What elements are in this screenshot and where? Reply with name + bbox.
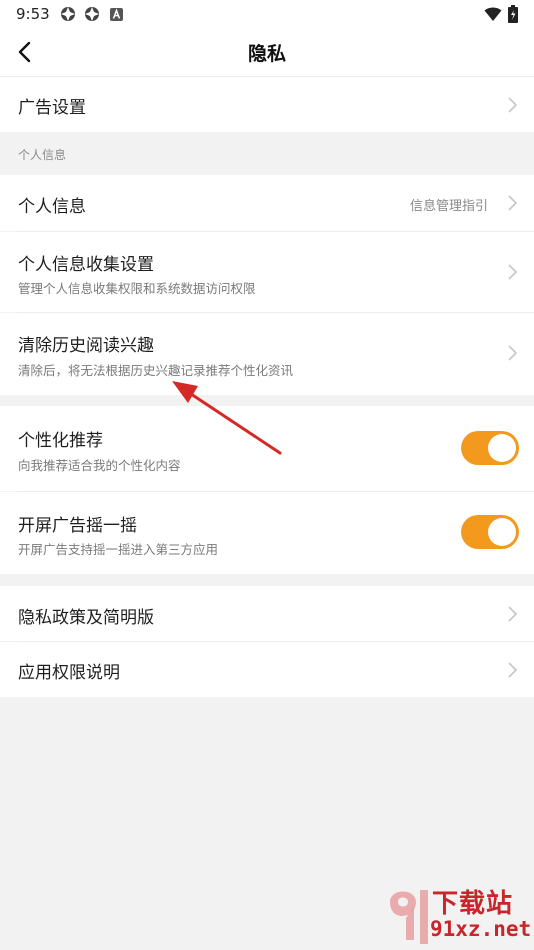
watermark-title: 下载站 (432, 889, 514, 919)
app-notification-icon (85, 7, 99, 21)
personalized-recommendation-label: 个性化推荐 (18, 431, 103, 451)
personalized-recommendation-row: 个性化推荐 向我推荐适合我的个性化内容 (0, 406, 534, 491)
privacy-policy-label: 隐私政策及简明版 (18, 608, 154, 628)
page-title: 隐私 (247, 43, 286, 65)
collection-settings-row[interactable]: 个人信息收集设置 管理个人信息收集权限和系统数据访问权限 (0, 232, 534, 312)
collection-settings-description: 管理个人信息收集权限和系统数据访问权限 (18, 281, 256, 296)
shake-ad-row: 开屏广告摇一摇 开屏广告支持摇一摇进入第三方应用 (0, 492, 534, 574)
ad-settings-label: 广告设置 (18, 98, 86, 118)
collection-settings-label: 个人信息收集设置 (18, 255, 154, 275)
personal-info-label: 个人信息 (18, 197, 86, 217)
clear-history-label: 清除历史阅读兴趣 (18, 336, 154, 356)
wifi-icon (484, 7, 502, 21)
battery-icon (508, 5, 518, 23)
personal-info-row[interactable]: 个人信息 信息管理指引 (0, 175, 534, 231)
section-label: 个人信息 (18, 148, 67, 162)
clear-history-description: 清除后，将无法根据历史兴趣记录推荐个性化资讯 (18, 363, 294, 378)
status-bar: 9:53 (0, 0, 534, 28)
info-guide-link[interactable]: 信息管理指引 (410, 195, 488, 214)
app-permissions-row[interactable]: 应用权限说明 (0, 642, 534, 697)
chevron-right-icon (508, 195, 518, 211)
personalized-recommendation-description: 向我推荐适合我的个性化内容 (18, 458, 181, 473)
chevron-right-icon (508, 662, 518, 678)
section-header: 个人信息 (0, 132, 534, 175)
chevron-right-icon (508, 606, 518, 622)
shake-ad-toggle[interactable] (461, 515, 519, 549)
privacy-policy-row[interactable]: 隐私政策及简明版 (0, 586, 534, 641)
clear-history-row[interactable]: 清除历史阅读兴趣 清除后，将无法根据历史兴趣记录推荐个性化资讯 (0, 313, 534, 395)
shake-ad-label: 开屏广告摇一摇 (18, 516, 137, 536)
chevron-right-icon (508, 264, 518, 280)
toggle-knob (488, 434, 516, 462)
personalized-recommendation-toggle[interactable] (461, 431, 519, 465)
chevron-right-icon (508, 345, 518, 361)
app-notification-icon (61, 7, 75, 21)
header-bar: 隐私 (0, 28, 534, 76)
shake-ad-description: 开屏广告支持摇一摇进入第三方应用 (18, 542, 219, 557)
watermark-91-icon (390, 890, 428, 944)
ad-settings-row[interactable]: 广告设置 (0, 77, 534, 132)
status-time: 9:53 (16, 5, 50, 23)
app-permissions-label: 应用权限说明 (18, 663, 120, 683)
toggle-knob (488, 518, 516, 546)
watermark-url: 91xz.net (430, 917, 532, 941)
chevron-right-icon (508, 97, 518, 113)
a-notification-icon (110, 8, 123, 21)
watermark-logo: 下载站 91xz.net (384, 880, 534, 950)
